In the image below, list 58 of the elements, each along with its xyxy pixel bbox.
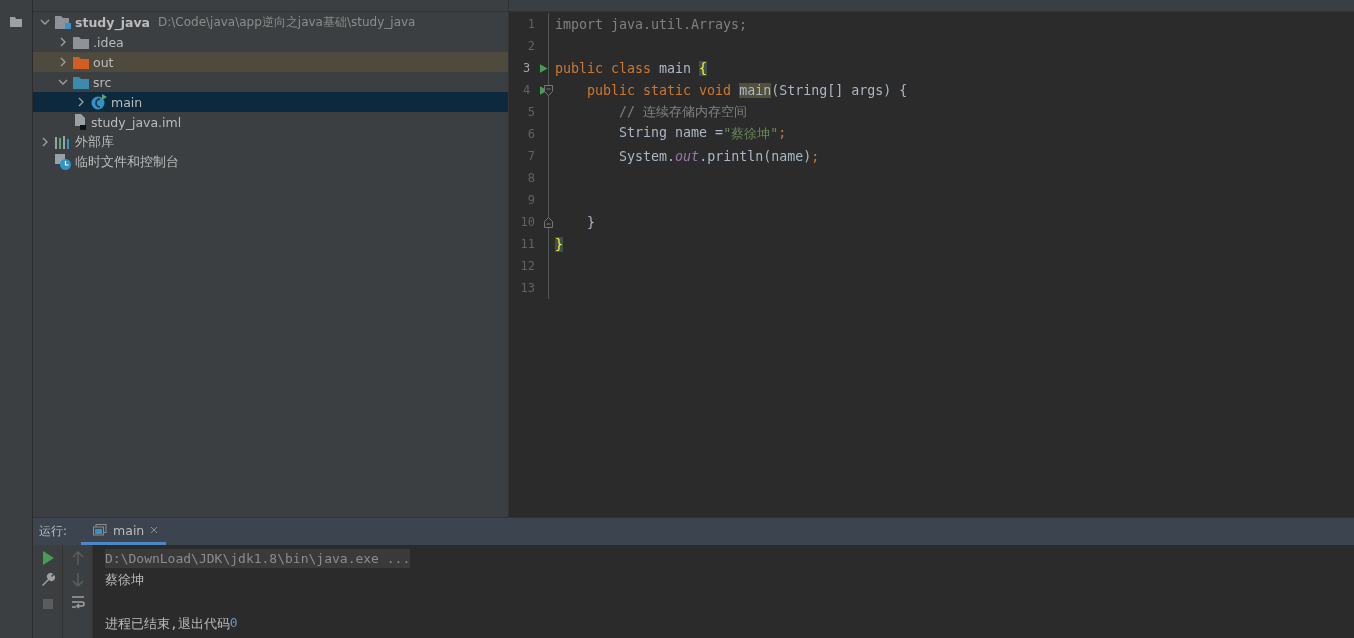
tree-item-label: study_java xyxy=(75,14,150,30)
wrench-icon[interactable] xyxy=(40,573,55,587)
tree-item-label: study_java.iml xyxy=(91,114,182,130)
code-line: public static void main(String[] args) { xyxy=(586,82,908,98)
line-number: 6 xyxy=(526,127,535,141)
line-number: 12 xyxy=(519,259,535,273)
module-folder-icon xyxy=(55,15,71,29)
run-tab[interactable]: main xyxy=(81,518,167,545)
code-line: System.out.println(name); xyxy=(618,148,820,164)
code-line: // 连续存储内存空间 xyxy=(618,103,748,121)
tree-item[interactable]: out xyxy=(33,52,508,72)
library-icon xyxy=(55,135,71,149)
tree-item-label: 临时文件和控制台 xyxy=(75,153,179,171)
line-number: 8 xyxy=(526,171,535,185)
tree-item-label: 外部库 xyxy=(75,133,114,151)
soft-wrap-icon[interactable] xyxy=(70,595,85,609)
fold-icon[interactable] xyxy=(544,84,553,96)
line-number: 2 xyxy=(526,39,535,53)
line-number: 4 xyxy=(522,83,531,97)
tree-item-label: out xyxy=(93,54,114,70)
file-icon xyxy=(73,114,87,130)
scratch-icon xyxy=(55,154,71,170)
console-output: 进程已结束,退出代码0 xyxy=(105,614,238,633)
line-number: 11 xyxy=(519,237,535,251)
close-icon[interactable] xyxy=(150,526,159,534)
line-number: 1 xyxy=(526,17,535,31)
tree-item-label: src xyxy=(93,74,112,90)
run-panel-label: 运行: xyxy=(39,523,68,540)
fold-icon[interactable] xyxy=(544,216,553,228)
tree-item[interactable]: 临时文件和控制台 xyxy=(33,152,508,172)
tree-item[interactable]: src xyxy=(33,72,508,92)
folder-icon xyxy=(73,75,89,89)
console-output: 蔡徐坤 xyxy=(105,571,144,589)
code-line: String name ="蔡徐坤"; xyxy=(618,125,787,143)
tree-item-label: .idea xyxy=(93,34,124,50)
tree-item[interactable]: study_java D:\Code\java\app逆向之java基础\study_java xyxy=(33,12,508,32)
tree-item[interactable]: main xyxy=(33,92,508,112)
folder-icon[interactable] xyxy=(10,17,22,27)
line-number: 3 xyxy=(522,61,531,75)
tree-item-label: main xyxy=(111,94,143,110)
class-icon xyxy=(91,94,107,110)
folder-icon xyxy=(73,55,89,69)
code-line: public class main { xyxy=(555,60,708,76)
run-icon[interactable] xyxy=(540,62,548,74)
line-number: 10 xyxy=(519,215,535,229)
tree-item[interactable]: 外部库 xyxy=(33,132,508,152)
module-path: D:\Code\java\app逆向之java基础\study_java xyxy=(157,13,416,31)
line-number: 13 xyxy=(519,281,535,295)
line-number: 9 xyxy=(526,193,535,207)
run-icon[interactable] xyxy=(40,551,55,565)
code-line: } xyxy=(586,214,596,230)
folder-icon xyxy=(73,35,89,49)
tree-item[interactable]: study_java.iml xyxy=(33,112,508,132)
tree-item[interactable]: .idea xyxy=(33,32,508,52)
console-icon xyxy=(93,524,108,536)
line-number: 5 xyxy=(526,105,535,119)
code-line: import java.util.Arrays; xyxy=(555,16,748,32)
line-number: 7 xyxy=(526,149,535,163)
